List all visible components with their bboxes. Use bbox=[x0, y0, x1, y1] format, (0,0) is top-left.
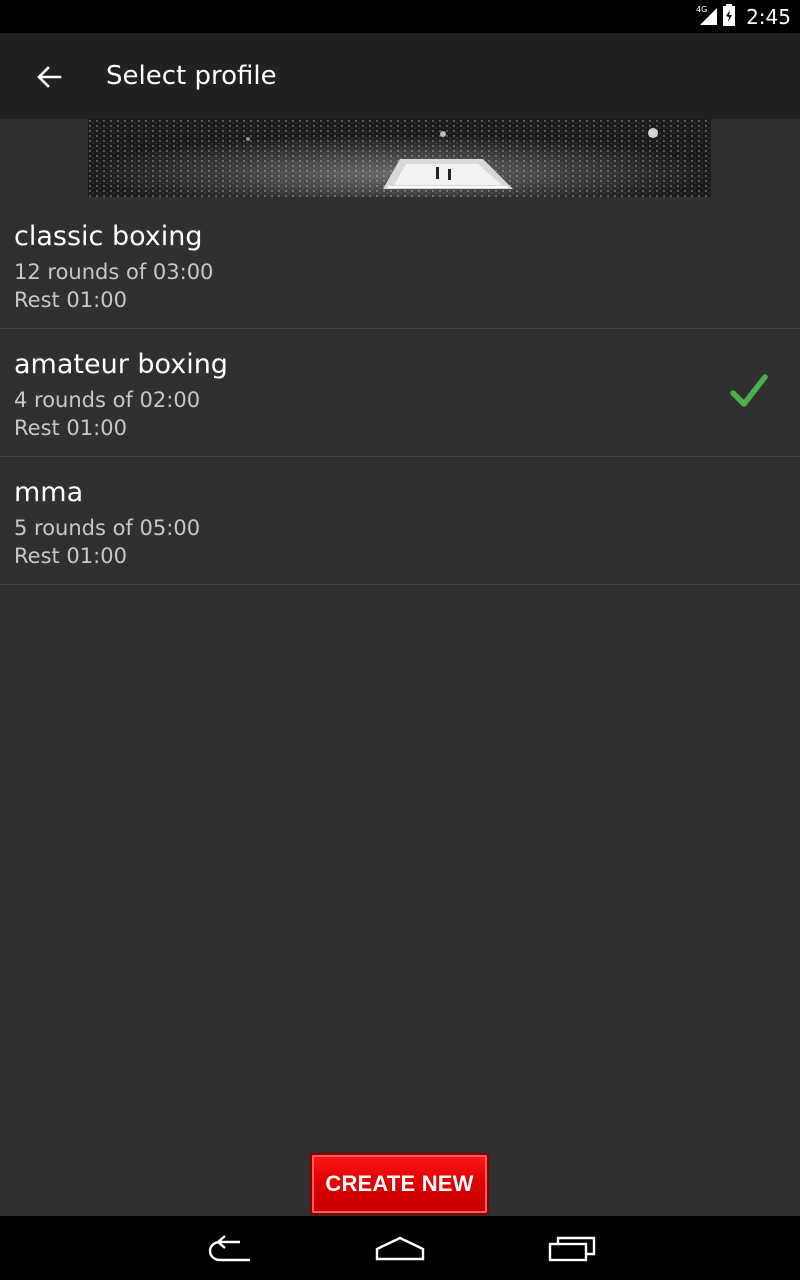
list-item[interactable]: mma 5 rounds of 05:00 Rest 01:00 bbox=[0, 457, 800, 585]
profile-rounds: 12 rounds of 03:00 bbox=[14, 260, 214, 284]
arrow-left-icon bbox=[37, 66, 62, 88]
status-bar: 4G 2:45 bbox=[0, 0, 800, 33]
profile-rest: Rest 01:00 bbox=[14, 288, 127, 312]
list-item[interactable]: classic boxing 12 rounds of 03:00 Rest 0… bbox=[0, 201, 800, 329]
profile-list: classic boxing 12 rounds of 03:00 Rest 0… bbox=[0, 201, 800, 585]
back-nav-icon bbox=[208, 1235, 250, 1262]
create-new-button[interactable]: CREATE NEW bbox=[310, 1153, 489, 1215]
screen: 4G 2:45 Select profile classic boxing 12… bbox=[0, 0, 800, 1280]
list-item[interactable]: amateur boxing 4 rounds of 02:00 Rest 01… bbox=[0, 329, 800, 457]
home-nav-button[interactable] bbox=[370, 1230, 430, 1266]
navigation-bar bbox=[0, 1216, 800, 1280]
action-bar: Select profile bbox=[0, 33, 800, 119]
profile-rounds: 5 rounds of 05:00 bbox=[14, 516, 201, 540]
status-icons: 4G 2:45 bbox=[696, 0, 791, 33]
battery-icon bbox=[722, 3, 736, 30]
profile-rest: Rest 01:00 bbox=[14, 416, 127, 440]
arena-banner-image bbox=[88, 119, 711, 197]
back-nav-button[interactable] bbox=[200, 1230, 260, 1266]
back-button[interactable] bbox=[26, 54, 72, 100]
profile-rounds: 4 rounds of 02:00 bbox=[14, 388, 201, 412]
checkmark-icon bbox=[730, 374, 768, 407]
profile-name: classic boxing bbox=[14, 221, 203, 252]
profile-name: mma bbox=[14, 477, 84, 508]
status-time: 2:45 bbox=[746, 4, 791, 29]
page-title: Select profile bbox=[106, 61, 277, 91]
home-nav-icon bbox=[375, 1236, 425, 1261]
profile-rest: Rest 01:00 bbox=[14, 544, 127, 568]
recents-nav-icon bbox=[548, 1236, 596, 1262]
profile-name: amateur boxing bbox=[14, 349, 228, 380]
svg-text:4G: 4G bbox=[696, 5, 707, 14]
signal-icon: 4G bbox=[696, 4, 718, 30]
recents-nav-button[interactable] bbox=[542, 1230, 602, 1266]
